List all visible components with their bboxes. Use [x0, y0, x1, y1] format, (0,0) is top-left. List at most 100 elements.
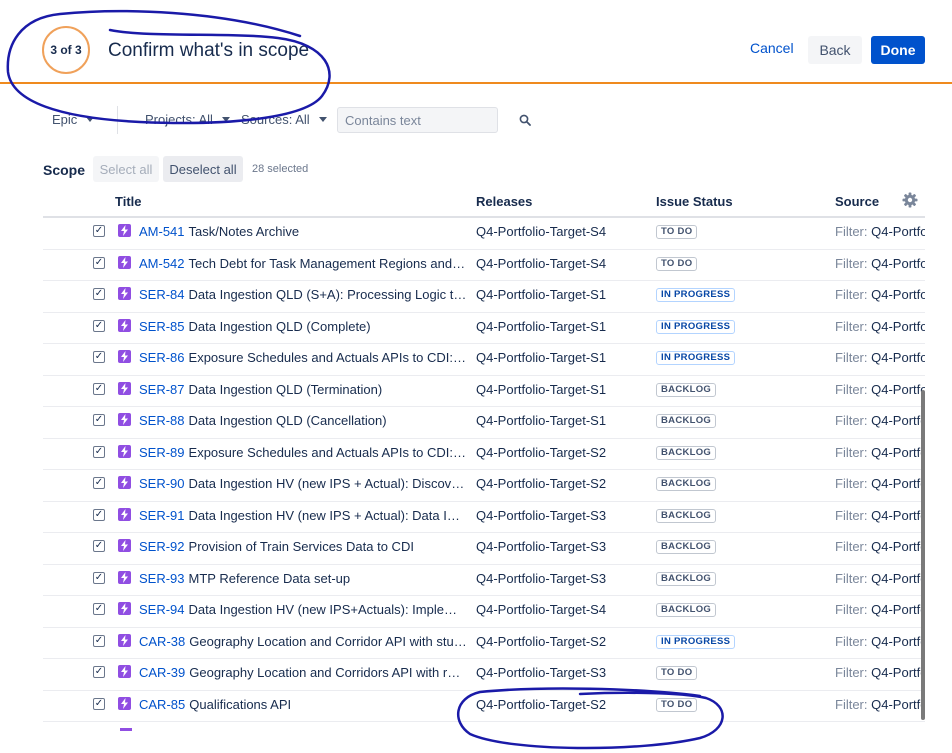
- table-row[interactable]: ✓ AM-542 Tech Debt for Task Management Reg…: [0, 250, 952, 282]
- epic-icon: [118, 602, 131, 615]
- contains-text-input[interactable]: Contains text: [337, 107, 498, 133]
- table-row[interactable]: ✓ SER-84 Data Ingestion QLD (S+A): Process…: [0, 281, 952, 313]
- issue-key-link[interactable]: SER-85: [139, 319, 185, 334]
- epic-icon: [118, 224, 131, 237]
- issue-key-link[interactable]: SER-94: [139, 602, 185, 617]
- row-checkbox[interactable]: ✓: [93, 540, 105, 552]
- sources-filter-label: Sources: All: [241, 112, 310, 127]
- issue-summary: Data Ingestion HV (new IPS + Actual): Da…: [188, 507, 467, 523]
- column-header-issue-status[interactable]: Issue Status: [656, 194, 733, 209]
- gear-icon[interactable]: [902, 192, 918, 208]
- epic-icon: [118, 381, 131, 395]
- source-prefix: Filter:: [835, 350, 868, 365]
- table-row[interactable]: ✓ CAR-38 Geography Location and Corridor A…: [0, 628, 952, 660]
- source-name: Q4-Portfol: [871, 318, 925, 334]
- issue-key-link[interactable]: SER-84: [139, 287, 185, 302]
- select-all-button[interactable]: Select all: [93, 156, 159, 182]
- issue-key-link[interactable]: SER-92: [139, 539, 185, 554]
- row-checkbox[interactable]: ✓: [93, 477, 105, 489]
- source-name: Q4-Portfol: [871, 287, 925, 302]
- issue-key-link[interactable]: AM-541: [139, 224, 185, 239]
- sources-filter-dropdown[interactable]: Sources: All: [241, 112, 327, 127]
- cancel-button[interactable]: Cancel: [750, 40, 794, 56]
- row-checkbox[interactable]: ✓: [93, 414, 105, 426]
- source-prefix: Filter:: [835, 224, 868, 239]
- row-checkbox[interactable]: ✓: [93, 319, 105, 332]
- release-cell: Q4-Portfolio-Target-S2: [476, 476, 607, 491]
- table-row[interactable]: ✓ CAR-39 Geography Location and Corridors …: [0, 659, 952, 691]
- search-icon[interactable]: [519, 114, 531, 126]
- row-checkbox[interactable]: ✓: [93, 225, 105, 237]
- source-prefix: Filter:: [835, 602, 868, 617]
- source-prefix: Filter:: [835, 696, 868, 712]
- issue-key-link[interactable]: SER-90: [139, 476, 185, 491]
- row-checkbox[interactable]: ✓: [93, 256, 105, 269]
- table-row[interactable]: ✓ SER-90 Data Ingestion HV (new IPS + Actu…: [0, 470, 952, 502]
- table-row[interactable]: ✓ AM-541 Task/Notes Archive Q4-Portfolio-Ta…: [0, 218, 952, 250]
- epic-icon: [118, 413, 131, 426]
- row-checkbox[interactable]: ✓: [93, 697, 105, 710]
- table-row[interactable]: ✓ SER-89 Exposure Schedules and Actuals AP…: [0, 439, 952, 471]
- table-row[interactable]: ✓ SER-87 Data Ingestion QLD (Termination) Q…: [0, 376, 952, 408]
- back-button[interactable]: Back: [808, 36, 862, 64]
- source-cell: Filter: Q4-Portfol: [835, 539, 925, 554]
- table-row[interactable]: ✓ CAR-85 Qualifications API Q4-Portfolio-Ta…: [0, 691, 952, 723]
- row-checkbox[interactable]: ✓: [93, 382, 105, 395]
- issue-summary: Data Ingestion QLD (Termination): [188, 381, 383, 397]
- issue-key-link[interactable]: SER-89: [139, 445, 185, 460]
- status-badge: BACKLOG: [656, 540, 717, 554]
- row-checkbox[interactable]: ✓: [93, 666, 105, 678]
- table-row[interactable]: ✓ SER-86 Exposure Schedules and Actuals AP…: [0, 344, 952, 376]
- issue-key-link[interactable]: SER-87: [139, 382, 185, 397]
- source-name: Q4-Portfol: [871, 696, 925, 712]
- issue-key-link[interactable]: SER-93: [139, 571, 185, 586]
- column-header-title[interactable]: Title: [115, 194, 142, 209]
- source-name: Q4-Portfol: [871, 539, 925, 554]
- row-checkbox[interactable]: ✓: [93, 634, 105, 647]
- issue-key-link[interactable]: CAR-38: [139, 634, 185, 649]
- scrollbar[interactable]: [921, 390, 925, 720]
- status-badge: IN PROGRESS: [656, 634, 736, 649]
- row-checkbox[interactable]: ✓: [93, 351, 105, 363]
- issue-key-link[interactable]: SER-91: [139, 508, 185, 523]
- issue-key-link[interactable]: SER-86: [139, 350, 185, 365]
- table-row[interactable]: ✓ SER-92 Provision of Train Services Data …: [0, 533, 952, 565]
- epic-icon: [118, 255, 131, 269]
- table-row[interactable]: ✓ SER-91 Data Ingestion HV (new IPS + Actu…: [0, 502, 952, 534]
- row-checkbox[interactable]: ✓: [93, 445, 105, 458]
- table-row[interactable]: ✓ SER-94 Data Ingestion HV (new IPS+Actual…: [0, 596, 952, 628]
- source-prefix: Filter:: [835, 507, 868, 523]
- row-checkbox[interactable]: ✓: [93, 603, 105, 615]
- source-prefix: Filter:: [835, 444, 868, 460]
- column-header-releases[interactable]: Releases: [476, 194, 532, 209]
- table-row[interactable]: ✓ SER-88 Data Ingestion QLD (Cancellation)…: [0, 407, 952, 439]
- table-row[interactable]: ✓ SER-93 MTP Reference Data set-up Q4-Portf…: [0, 565, 952, 597]
- epic-filter-dropdown[interactable]: Epic: [52, 112, 95, 127]
- issue-summary: Provision of Train Services Data to CDI: [188, 539, 414, 554]
- source-prefix: Filter:: [835, 665, 868, 680]
- issue-title-cell: SER-91 Data Ingestion HV (new IPS + Actua…: [139, 508, 467, 523]
- issue-title-cell: SER-85 Data Ingestion QLD (Complete): [139, 319, 467, 334]
- row-checkbox[interactable]: ✓: [93, 288, 105, 300]
- source-cell: Filter: Q4-Portfol: [835, 287, 925, 302]
- source-cell: Filter: Q4-Portfol: [835, 697, 925, 712]
- issue-key-link[interactable]: SER-88: [139, 413, 185, 428]
- source-prefix: Filter:: [835, 413, 868, 428]
- table-row[interactable]: ✓ SER-85 Data Ingestion QLD (Complete) Q4-P…: [0, 313, 952, 345]
- issue-summary: Task/Notes Archive: [188, 224, 300, 239]
- source-cell: Filter: Q4-Portfol: [835, 319, 925, 334]
- row-checkbox[interactable]: ✓: [93, 508, 105, 521]
- column-header-source[interactable]: Source: [835, 194, 879, 209]
- row-checkbox[interactable]: ✓: [93, 571, 105, 584]
- done-button[interactable]: Done: [871, 36, 925, 64]
- issue-summary: Tech Debt for Task Management Regions an…: [188, 255, 467, 271]
- issue-key-link[interactable]: CAR-85: [139, 697, 185, 712]
- projects-filter-dropdown[interactable]: Projects: All: [145, 112, 230, 127]
- issue-title-cell: AM-542 Tech Debt for Task Management Regi…: [139, 256, 467, 271]
- issue-summary: Exposure Schedules and Actuals APIs to C…: [188, 444, 467, 460]
- deselect-all-button[interactable]: Deselect all: [163, 156, 243, 182]
- source-cell: Filter: Q4-Portfol: [835, 508, 925, 523]
- issue-key-link[interactable]: CAR-39: [139, 665, 185, 680]
- issue-key-link[interactable]: AM-542: [139, 256, 185, 271]
- release-cell: Q4-Portfolio-Target-S3: [476, 665, 607, 680]
